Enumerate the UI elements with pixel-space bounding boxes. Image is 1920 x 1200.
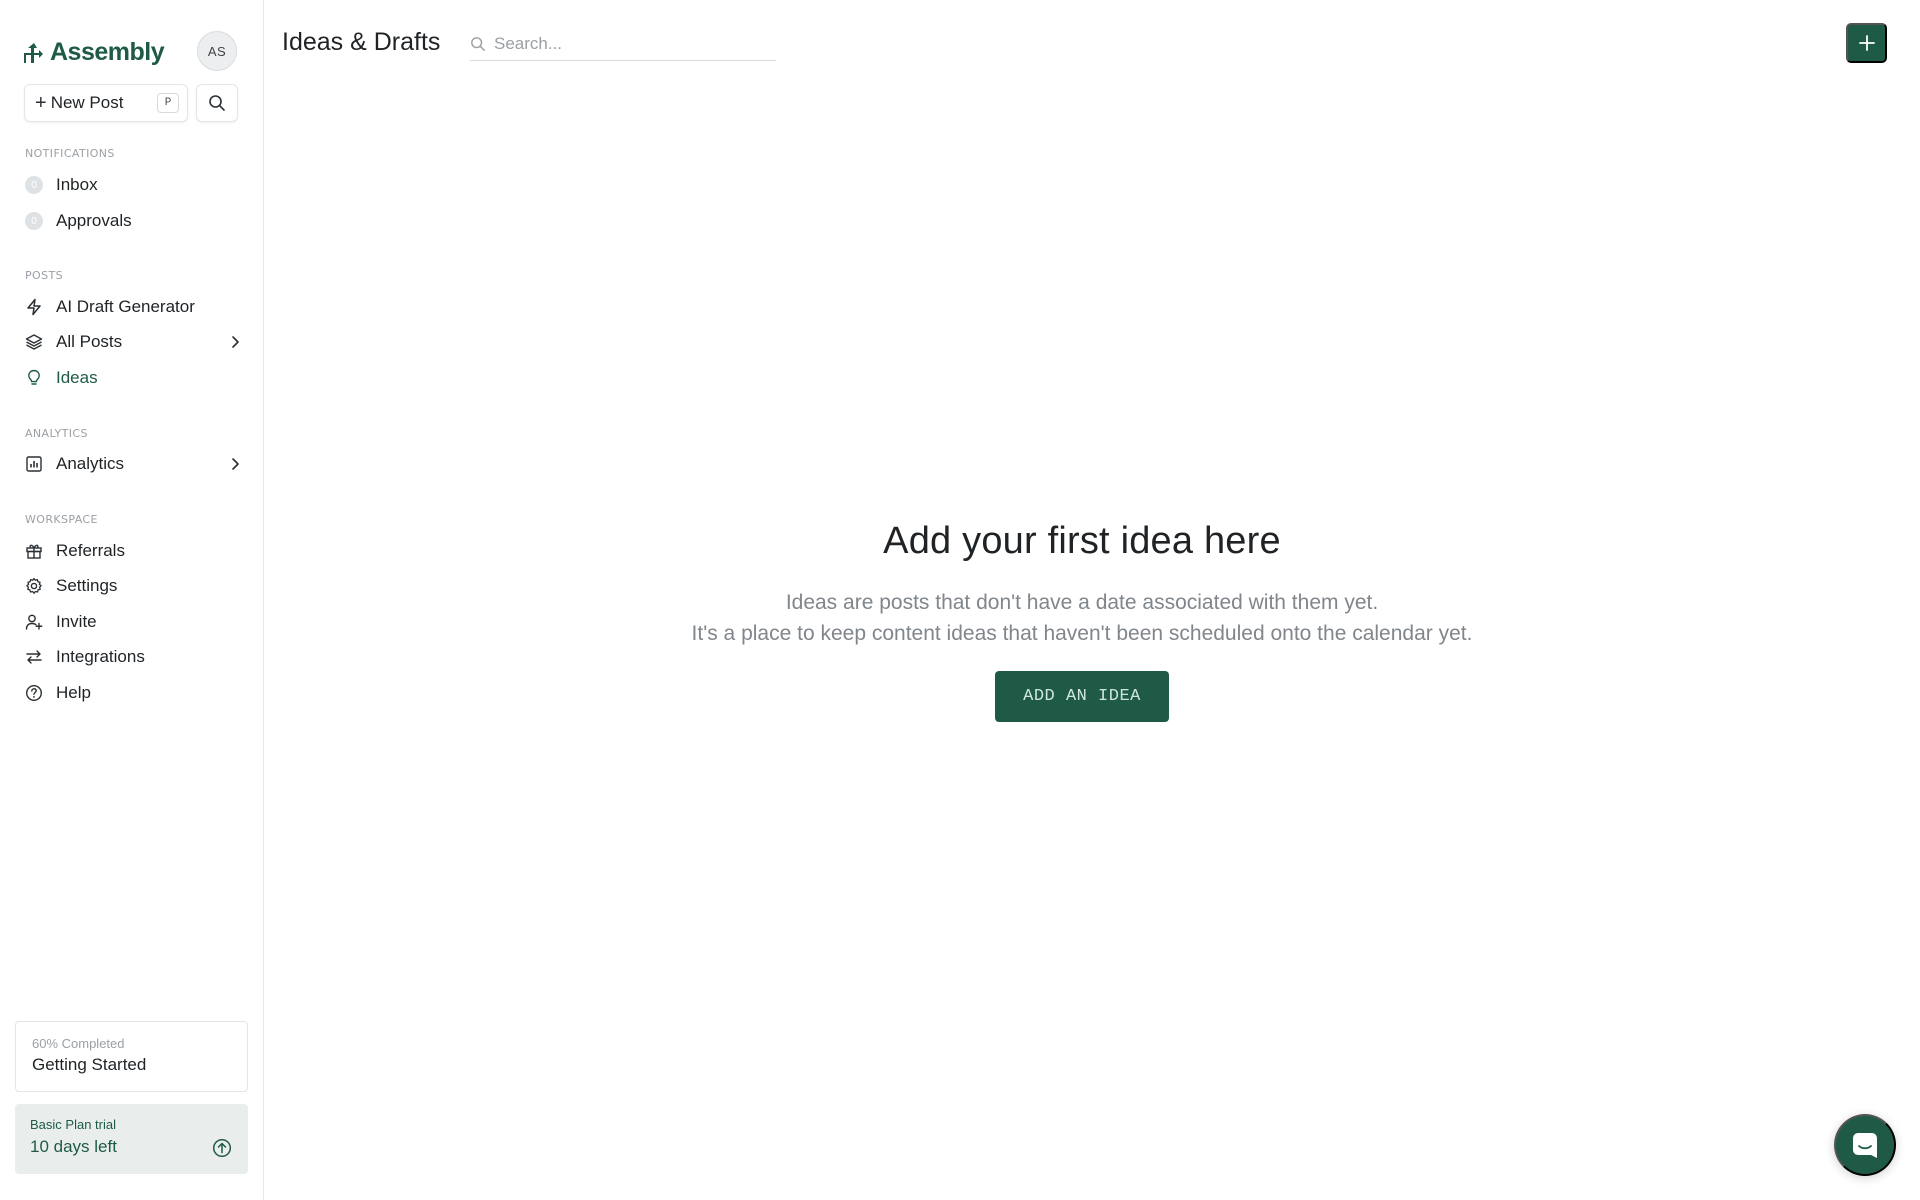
plus-icon: + — [35, 92, 47, 114]
layers-icon — [24, 332, 44, 352]
sidebar-item-label: Integrations — [56, 647, 145, 666]
sidebar-item-ideas[interactable]: Ideas — [24, 363, 242, 393]
lightbulb-icon — [24, 368, 44, 388]
sidebar-item-approvals[interactable]: 0 Approvals — [24, 206, 242, 236]
search-input[interactable] — [494, 33, 764, 54]
sidebar-item-ai-draft-generator[interactable]: AI Draft Generator — [24, 292, 242, 322]
sidebar: Assembly AS + New Post P NOTIFICATIONS 0… — [0, 0, 264, 1200]
arrows-swap-icon — [24, 647, 44, 667]
sidebar-search-button[interactable] — [196, 84, 238, 122]
sidebar-item-label: Help — [56, 683, 91, 702]
assembly-logo[interactable]: Assembly — [24, 38, 165, 67]
sidebar-item-label: Referrals — [56, 541, 125, 560]
new-post-label: New Post — [50, 93, 124, 112]
chart-icon — [24, 454, 44, 474]
add-idea-button[interactable]: ADD AN IDEA — [995, 671, 1169, 722]
help-circle-icon — [24, 683, 44, 703]
sidebar-item-all-posts[interactable]: All Posts — [24, 327, 242, 357]
sidebar-item-help[interactable]: Help — [24, 678, 242, 708]
sidebar-item-label: Analytics — [56, 454, 125, 473]
gift-icon — [24, 541, 44, 561]
add-button[interactable] — [1846, 23, 1887, 63]
logo-text: Assembly — [50, 38, 165, 66]
empty-state: Add your first idea here Ideas are posts… — [264, 520, 1900, 722]
trial-card[interactable]: Basic Plan trial 10 days left — [15, 1104, 248, 1174]
progress-status: 60% Completed — [32, 1036, 125, 1051]
section-label-analytics: ANALYTICS — [25, 427, 88, 440]
sidebar-item-label: Inbox — [56, 175, 98, 194]
sidebar-item-analytics[interactable]: Analytics — [24, 449, 242, 479]
sidebar-item-invite[interactable]: Invite — [24, 607, 242, 637]
sidebar-item-label: Settings — [56, 576, 118, 595]
plus-icon — [1858, 35, 1875, 51]
empty-state-line-1: Ideas are posts that don't have a date a… — [785, 591, 1379, 614]
sidebar-item-label: Approvals — [56, 211, 132, 230]
sidebar-item-label: All Posts — [56, 332, 123, 351]
search-bar[interactable] — [470, 27, 776, 61]
trial-remaining: 10 days left — [30, 1137, 117, 1156]
sidebar-item-inbox[interactable]: 0 Inbox — [24, 170, 242, 200]
chevron-right-icon — [228, 457, 242, 471]
empty-state-heading: Add your first idea here — [883, 520, 1281, 562]
new-post-shortcut: P — [157, 93, 179, 113]
search-icon — [209, 95, 225, 111]
inbox-count-badge: 0 — [25, 176, 43, 194]
sidebar-item-label: Ideas — [56, 368, 98, 387]
sidebar-item-settings[interactable]: Settings — [24, 571, 242, 601]
sidebar-item-referrals[interactable]: Referrals — [24, 536, 242, 566]
lightning-icon — [24, 297, 44, 317]
chat-launcher-button[interactable] — [1834, 1114, 1896, 1176]
chat-icon — [1853, 1133, 1877, 1158]
sidebar-item-label: Invite — [56, 612, 97, 631]
section-label-workspace: WORKSPACE — [25, 513, 98, 526]
sidebar-item-label: AI Draft Generator — [56, 297, 195, 316]
progress-label: Getting Started — [32, 1055, 147, 1074]
user-plus-icon — [24, 612, 44, 632]
upgrade-arrow-icon[interactable] — [212, 1138, 232, 1158]
chevron-right-icon — [228, 335, 242, 349]
gear-icon — [24, 576, 44, 596]
section-label-notifications: NOTIFICATIONS — [25, 147, 115, 160]
user-avatar[interactable]: AS — [197, 31, 237, 71]
sidebar-item-integrations[interactable]: Integrations — [24, 642, 242, 672]
empty-state-line-2: It's a place to keep content ideas that … — [691, 622, 1473, 645]
page-title: Ideas & Drafts — [282, 28, 441, 56]
assembly-logo-icon — [24, 42, 43, 63]
section-label-posts: POSTS — [25, 269, 63, 282]
getting-started-card[interactable]: 60% Completed Getting Started — [15, 1021, 248, 1092]
approvals-count-badge: 0 — [25, 212, 43, 230]
trial-plan: Basic Plan trial — [30, 1117, 116, 1132]
search-icon — [471, 36, 485, 51]
new-post-button[interactable]: + New Post P — [24, 84, 188, 122]
